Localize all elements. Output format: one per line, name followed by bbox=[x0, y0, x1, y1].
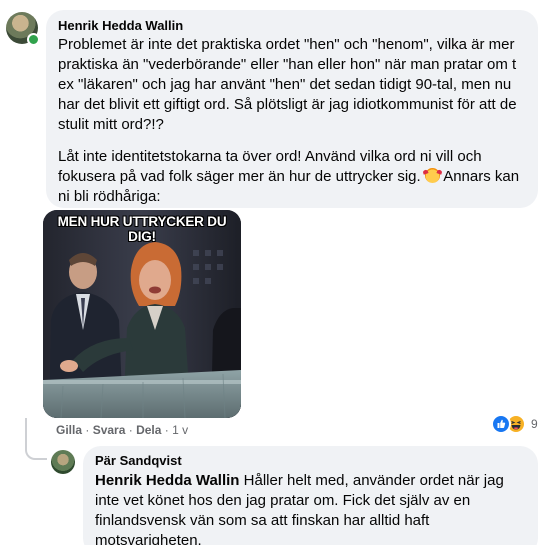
gif-caption: MEN HUR UTTRYCKER DU DIG! bbox=[57, 214, 227, 244]
smiling-face-with-hearts-icon bbox=[424, 168, 440, 183]
comment-text: Henrik Hedda Wallin Håller helt med, anv… bbox=[95, 471, 526, 545]
reply-action[interactable]: Svara bbox=[93, 423, 126, 437]
comment-text: Problemet är inte det praktiska ordet "h… bbox=[58, 36, 517, 133]
like-icon bbox=[491, 414, 511, 434]
reaction-summary[interactable]: 9 bbox=[491, 414, 538, 434]
reply-bubble: Pär Sandqvist Henrik Hedda Wallin Håller… bbox=[83, 446, 538, 545]
reaction-count: 9 bbox=[531, 417, 538, 431]
action-separator: · bbox=[82, 423, 93, 437]
gif-attachment[interactable]: MEN HUR UTTRYCKER DU DIG! bbox=[43, 210, 241, 418]
comment-text-second-main: Låt inte identitetstokarna ta över ord! … bbox=[58, 148, 482, 185]
online-status-icon bbox=[27, 33, 40, 46]
action-separator: · bbox=[125, 423, 137, 437]
comment-actions: Gilla · Svara · Dela · 1 v bbox=[56, 423, 188, 437]
comment-thread: Henrik Hedda Wallin Problemet är inte de… bbox=[0, 0, 549, 545]
mention-link[interactable]: Henrik Hedda Wallin bbox=[95, 472, 239, 489]
reply-thread-line bbox=[25, 418, 47, 460]
comment-text-second: Låt inte identitetstokarna ta över ord! … bbox=[58, 147, 526, 207]
avatar[interactable] bbox=[6, 12, 40, 46]
comment-author[interactable]: Henrik Hedda Wallin bbox=[58, 17, 526, 34]
comment-timestamp[interactable]: 1 v bbox=[172, 423, 188, 437]
share-action[interactable]: Dela bbox=[136, 423, 161, 437]
like-action[interactable]: Gilla bbox=[56, 423, 82, 437]
action-separator: · bbox=[161, 423, 173, 437]
comment-bubble: Henrik Hedda Wallin Problemet är inte de… bbox=[46, 10, 538, 208]
comment-author[interactable]: Pär Sandqvist bbox=[95, 452, 526, 469]
avatar[interactable] bbox=[51, 450, 75, 474]
